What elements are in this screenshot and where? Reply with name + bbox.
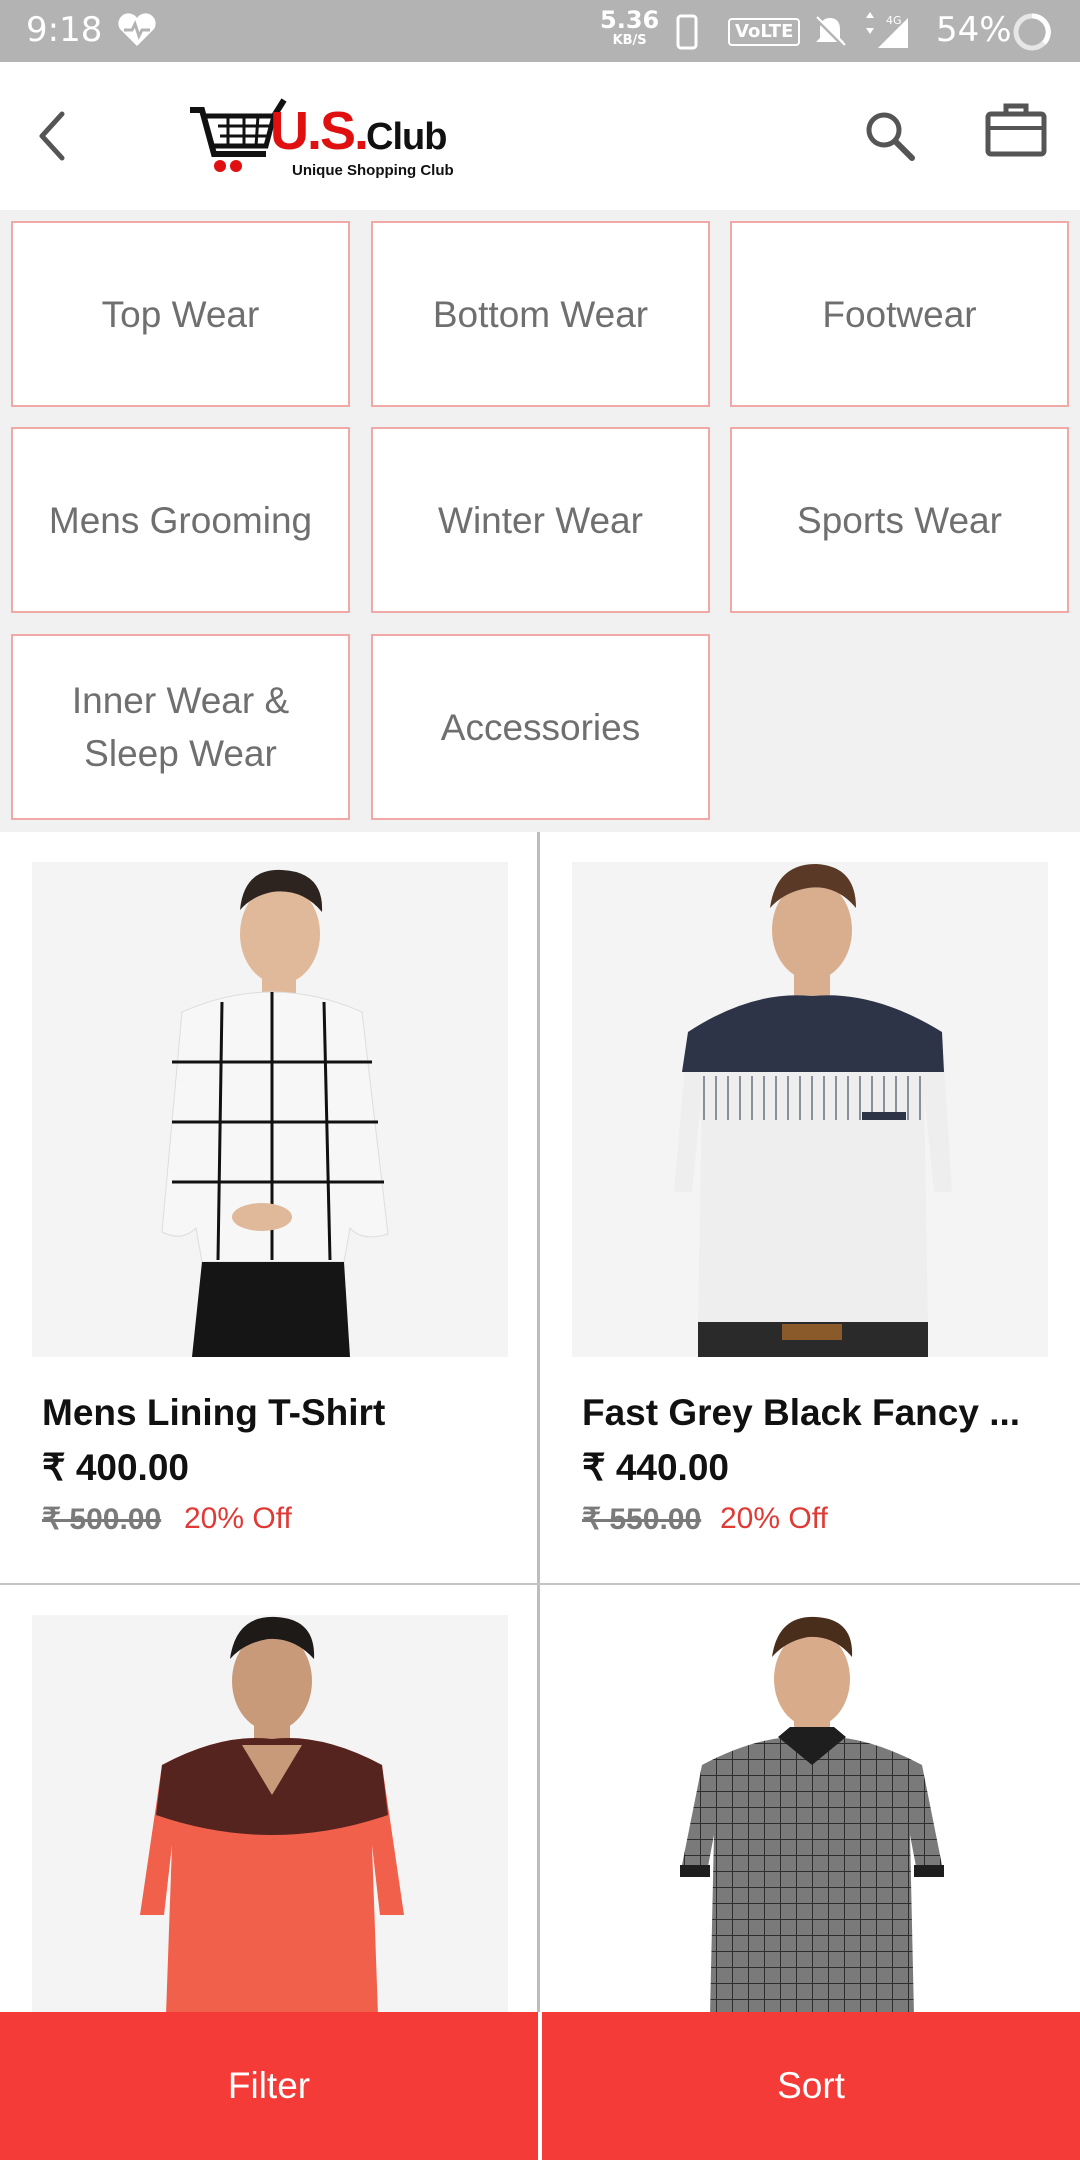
category-winter-wear[interactable]: Winter Wear <box>371 427 710 613</box>
product-card[interactable]: Mens Lining T-Shirt ₹ 400.00 ₹ 500.00 20… <box>0 832 537 1583</box>
us-club-logo[interactable]: U.S. Club Unique Shopping Club <box>188 92 488 184</box>
logo-us-text: U.S. <box>270 101 369 161</box>
logo-tagline: Unique Shopping Club <box>292 162 454 179</box>
vibrate-phone-icon <box>676 14 698 50</box>
product-price: ₹ 400.00 <box>42 1447 189 1488</box>
category-sports-wear[interactable]: Sports Wear <box>730 427 1069 613</box>
category-top-wear[interactable]: Top Wear <box>11 221 350 407</box>
filter-label: Filter <box>227 2065 311 2106</box>
product-discount: 20% Off <box>184 1502 292 1535</box>
category-grid: Top Wear Bottom Wear Footwear Mens Groom… <box>0 210 1080 832</box>
bottom-action-bar: Filter Sort <box>0 2012 1080 2160</box>
status-bar: 9:18 5.36 KB/S VoLTE 4G 54% <box>0 0 1080 62</box>
search-icon[interactable] <box>858 104 922 168</box>
product-image[interactable] <box>32 862 508 1357</box>
mute-bell-icon <box>814 16 846 48</box>
grey-checked-polo-image <box>572 1615 1048 2012</box>
product-discount: 20% Off <box>720 1502 828 1535</box>
svg-text:4G: 4G <box>886 14 902 27</box>
product-card[interactable]: Fast Grey Black Fancy ... ₹ 440.00 ₹ 550… <box>540 832 1077 1583</box>
category-mens-grooming[interactable]: Mens Grooming <box>11 427 350 613</box>
battery-icon <box>1013 13 1051 51</box>
filter-button[interactable]: Filter <box>0 2012 538 2160</box>
battery-percent: 54% <box>936 10 1012 50</box>
product-mrp: ₹ 550.00 <box>582 1503 702 1536</box>
health-heart-icon <box>118 13 156 46</box>
navy-grey-white-tshirt-image <box>572 862 1048 1357</box>
back-arrow-icon[interactable] <box>30 100 90 170</box>
product-image[interactable] <box>572 1615 1048 2012</box>
logo-club-text: Club <box>366 116 447 158</box>
shopping-bag-icon[interactable] <box>984 98 1048 162</box>
product-card[interactable] <box>540 1585 1077 2012</box>
product-name: Fast Grey Black Fancy ... <box>582 1392 1021 1433</box>
product-card[interactable] <box>0 1585 537 2012</box>
signal-4g-icon: 4G <box>866 12 908 48</box>
category-inner-wear[interactable]: Inner Wear & Sleep Wear <box>11 634 350 820</box>
white-checked-sweater-image <box>32 862 508 1357</box>
product-image[interactable] <box>572 862 1048 1357</box>
network-speed: 5.36 KB/S <box>600 6 660 48</box>
category-bottom-wear[interactable]: Bottom Wear <box>371 221 710 407</box>
status-time: 9:18 <box>26 10 103 50</box>
volte-badge: VoLTE <box>728 18 801 46</box>
sort-button[interactable]: Sort <box>542 2012 1080 2160</box>
sort-label: Sort <box>777 2065 845 2106</box>
product-mrp: ₹ 500.00 <box>42 1503 162 1536</box>
red-black-vneck-tshirt-image <box>32 1615 508 2012</box>
product-name: Mens Lining T-Shirt <box>42 1392 386 1433</box>
category-footwear[interactable]: Footwear <box>730 221 1069 407</box>
product-price: ₹ 440.00 <box>582 1447 729 1488</box>
category-accessories[interactable]: Accessories <box>371 634 710 820</box>
product-image[interactable] <box>32 1615 508 2012</box>
app-header: U.S. Club Unique Shopping Club <box>0 62 1080 210</box>
